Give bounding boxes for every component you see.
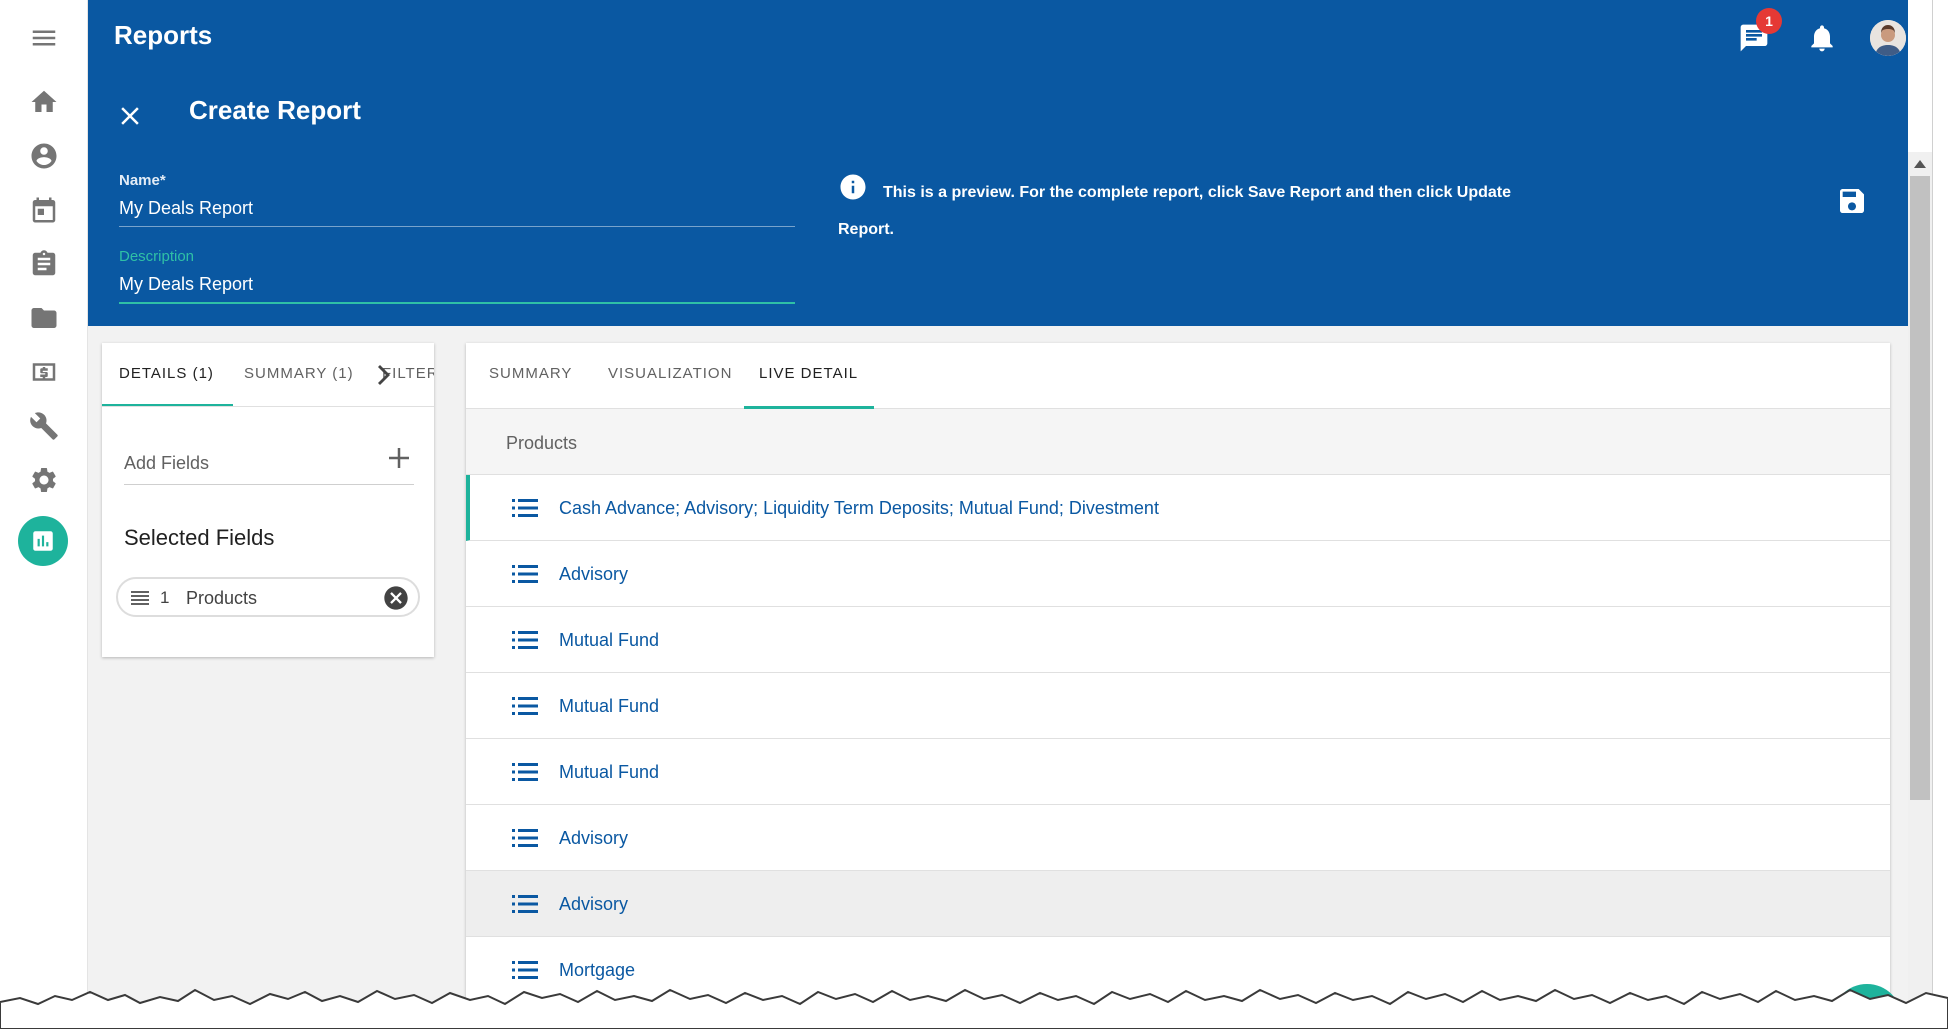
save-report-button[interactable] [1832, 181, 1872, 221]
name-field[interactable]: Name* My Deals Report [119, 172, 795, 227]
user-avatar-icon [1870, 20, 1906, 56]
nav-files[interactable] [22, 296, 66, 340]
table-row[interactable]: Cash Advance; Advisory; Liquidity Term D… [466, 475, 1890, 541]
nav-tasks[interactable] [22, 242, 66, 286]
table-row[interactable]: Advisory [466, 871, 1890, 937]
remove-field-button[interactable] [382, 584, 410, 612]
tab-visualization[interactable]: VISUALIZATION [608, 365, 732, 382]
folder-icon [31, 308, 57, 328]
account-icon [31, 143, 57, 169]
column-header-label: Products [506, 433, 578, 453]
list-icon [512, 497, 538, 519]
list-icon [512, 695, 538, 717]
app-title: Reports [114, 20, 213, 50]
row-value[interactable]: Cash Advance; Advisory; Liquidity Term D… [559, 498, 1159, 519]
table-row[interactable]: Advisory [466, 805, 1890, 871]
list-icon [512, 629, 538, 651]
menu-icon [32, 30, 56, 46]
save-icon [1840, 189, 1864, 213]
bell-icon [1811, 25, 1833, 52]
list-icon [512, 827, 538, 849]
menu-button[interactable] [22, 16, 66, 60]
nav-reports[interactable] [18, 516, 68, 566]
cancel-circle-icon [384, 586, 408, 610]
nav-home[interactable] [22, 80, 66, 124]
close-button[interactable] [108, 94, 152, 138]
clipboard-icon [32, 250, 56, 276]
nav-contacts[interactable] [22, 134, 66, 178]
preview-tabs: SUMMARY VISUALIZATION LIVE DETAIL [466, 343, 1890, 409]
tabs-scroll-right[interactable] [376, 365, 390, 385]
row-value[interactable]: Advisory [559, 564, 628, 585]
calendar-icon [32, 197, 56, 223]
torn-edge-decoration [0, 988, 1948, 1029]
nav-deals[interactable] [22, 350, 66, 394]
row-value[interactable]: Advisory [559, 828, 628, 849]
chart-icon [33, 531, 53, 551]
row-value[interactable]: Mutual Fund [559, 696, 659, 717]
plus-icon [389, 448, 409, 468]
selected-field-chip[interactable]: 1 Products [116, 577, 420, 617]
description-field[interactable]: Description My Deals Report [119, 248, 795, 304]
nav-rail [0, 0, 88, 1029]
fields-panel: DETAILS (1) SUMMARY (1) FILTER Add Field… [102, 343, 434, 657]
add-field-button[interactable] [384, 443, 414, 473]
report-header: Reports 1 Create Report Name* My Deals R… [88, 0, 1908, 326]
tab-summary-preview[interactable]: SUMMARY [489, 365, 572, 382]
page-title: Create Report [189, 95, 361, 125]
drag-handle[interactable] [130, 589, 150, 607]
name-label: Name* [119, 172, 166, 189]
scrollbar-thumb[interactable] [1910, 176, 1930, 800]
wrench-icon [30, 412, 58, 440]
table-row[interactable]: Mutual Fund [466, 739, 1890, 805]
table-row[interactable]: Mutual Fund [466, 673, 1890, 739]
field-label: Products [186, 588, 258, 608]
window-edge [1932, 0, 1948, 1029]
tab-details[interactable]: DETAILS (1) [119, 365, 214, 382]
scroll-up-arrow[interactable] [1910, 156, 1930, 172]
selected-fields-title: Selected Fields [124, 525, 275, 550]
triangle-up-icon [1914, 160, 1926, 168]
gear-icon [32, 468, 56, 492]
list-icon [512, 761, 538, 783]
name-input[interactable]: My Deals Report [119, 198, 795, 227]
nav-tools[interactable] [22, 404, 66, 448]
add-fields-label: Add Fields [124, 453, 210, 473]
description-label: Description [119, 248, 195, 265]
money-icon [32, 363, 56, 381]
add-fields-row[interactable]: Add Fields [124, 443, 414, 485]
app-window: Reports 1 Create Report Name* My Deals R… [0, 0, 1948, 1029]
column-header[interactable]: Products [466, 409, 1890, 475]
description-input[interactable]: My Deals Report [119, 274, 795, 304]
preview-panel: SUMMARY VISUALIZATION LIVE DETAIL Produc… [466, 343, 1890, 1029]
nav-calendar[interactable] [22, 188, 66, 232]
notifications-button[interactable] [1802, 18, 1842, 58]
table-row[interactable]: Mutual Fund [466, 607, 1890, 673]
nav-settings[interactable] [22, 458, 66, 502]
preview-notice: This is a preview. For the complete repo… [838, 184, 1512, 238]
home-icon [31, 90, 57, 112]
row-value[interactable]: Mutual Fund [559, 762, 659, 783]
table-row[interactable]: Advisory [466, 541, 1890, 607]
drag-handle-icon [131, 591, 149, 605]
tab-live-detail[interactable]: LIVE DETAIL [759, 365, 858, 382]
notification-badge: 1 [1756, 8, 1782, 34]
avatar[interactable] [1870, 20, 1906, 56]
list-icon [512, 893, 538, 915]
field-order: 1 [160, 588, 170, 607]
row-value[interactable]: Mutual Fund [559, 630, 659, 651]
row-value[interactable]: Advisory [559, 894, 628, 915]
close-icon [121, 107, 139, 125]
fields-tabs: DETAILS (1) SUMMARY (1) FILTER [102, 343, 434, 407]
chevron-right-icon [378, 365, 390, 385]
active-tab-indicator [102, 404, 233, 406]
list-icon [512, 563, 538, 585]
tab-summary[interactable]: SUMMARY (1) [244, 365, 354, 382]
